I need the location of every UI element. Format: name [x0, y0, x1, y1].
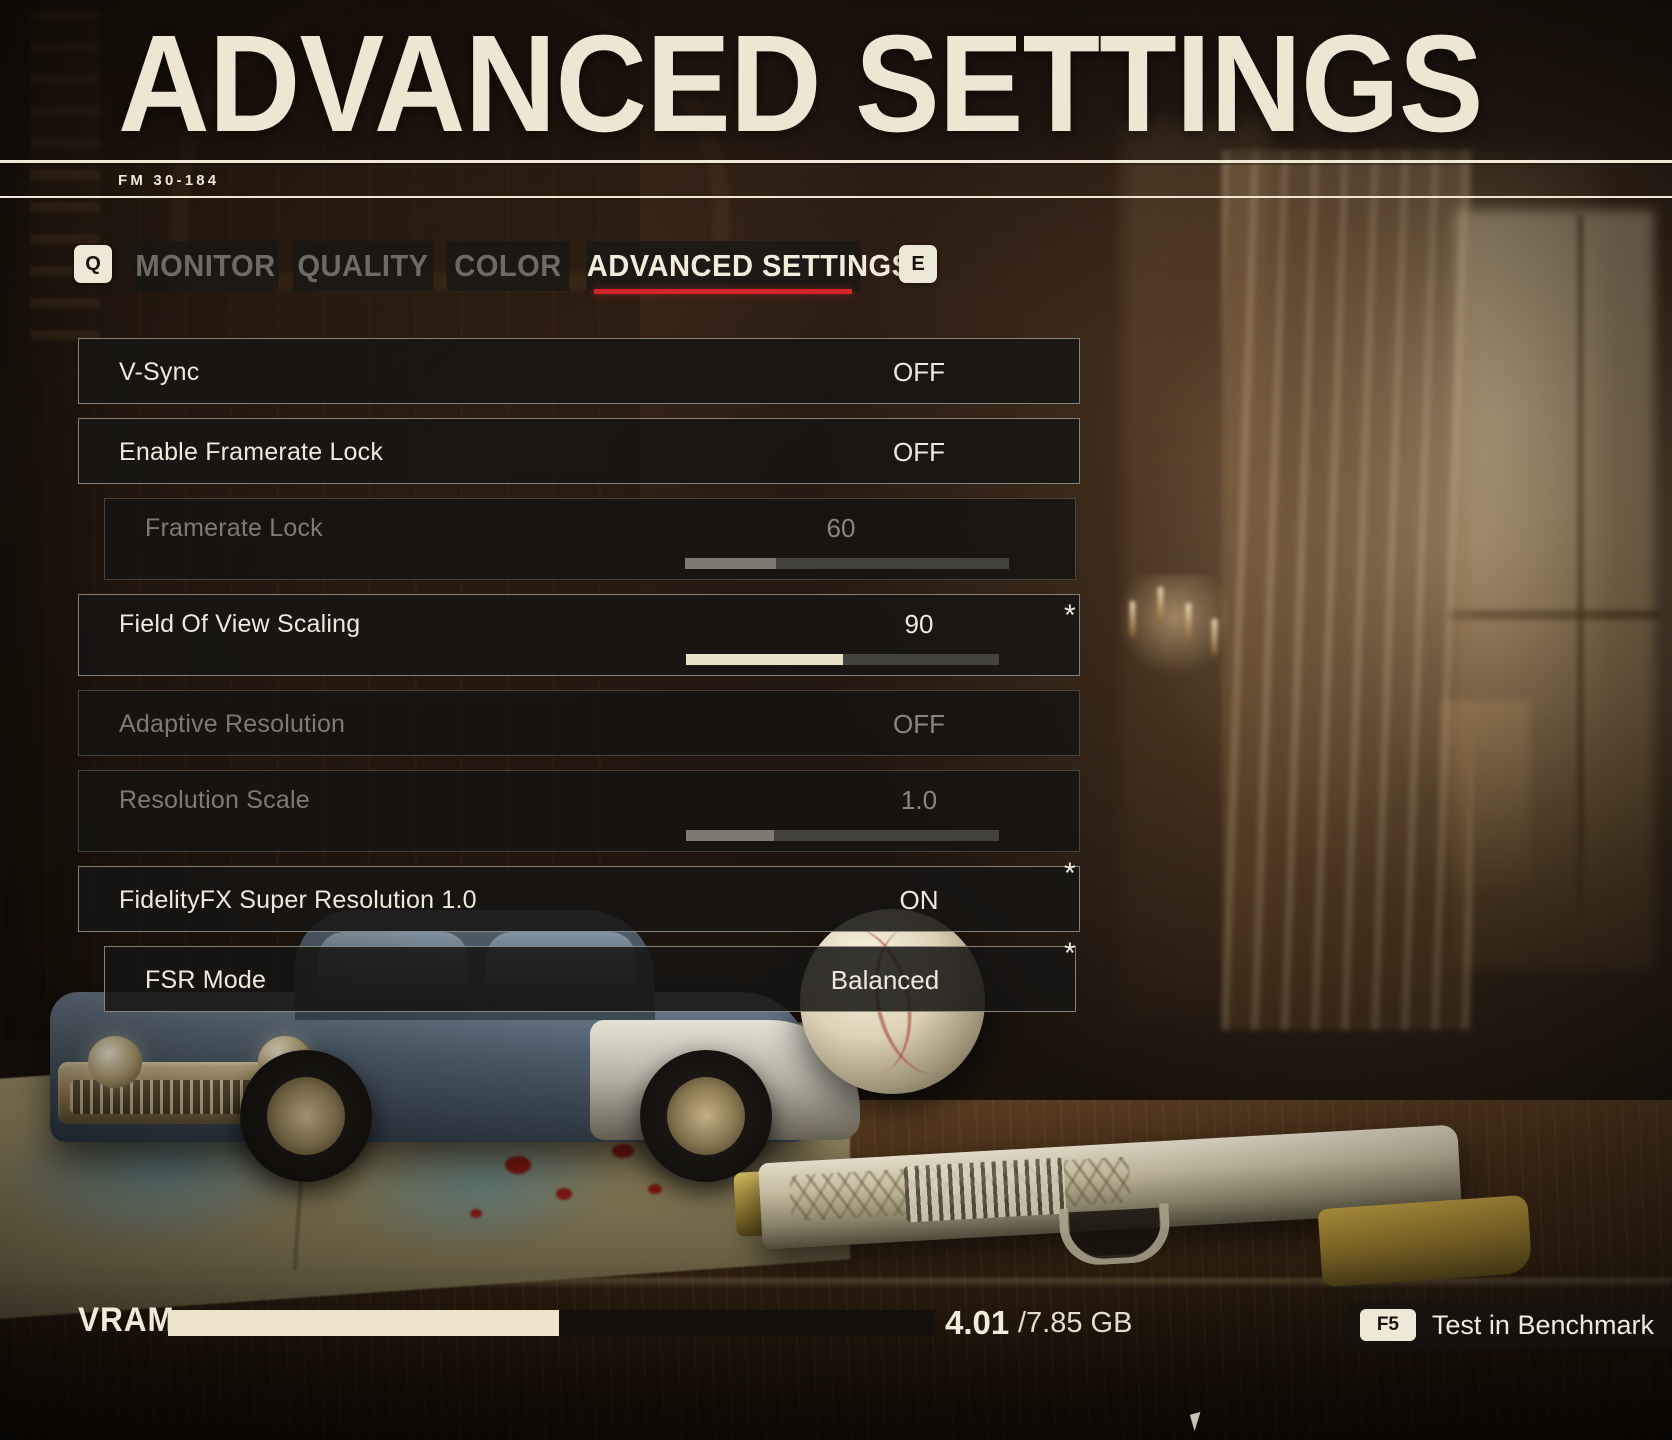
- header-divider-top: [0, 160, 1672, 163]
- blood-spatter: [612, 1144, 634, 1158]
- car-wheel: [240, 1050, 372, 1182]
- setting-row-enable-framerate-lock[interactable]: Enable Framerate Lock OFF: [78, 418, 1080, 484]
- tab-advanced-settings[interactable]: ADVANCED SETTINGS: [586, 241, 911, 291]
- tab-bar: Q MONITOR QUALITY COLOR ADVANCED SETTING…: [0, 241, 1672, 297]
- benchmark-keycap[interactable]: F5: [1359, 1309, 1416, 1341]
- setting-label: V-Sync: [119, 358, 200, 386]
- setting-row-adaptive-resolution: Adaptive Resolution OFF: [78, 690, 1080, 756]
- setting-row-framerate-lock: Framerate Lock 60: [104, 498, 1076, 580]
- vram-label: VRAM: [78, 1301, 175, 1339]
- setting-value: 60: [826, 513, 856, 543]
- header-divider-bottom: [0, 196, 1672, 198]
- framerate-lock-slider: [685, 558, 1009, 569]
- car-headlight: [88, 1036, 142, 1088]
- vram-bar-fill: [168, 1310, 560, 1336]
- tab-monitor[interactable]: MONITOR: [132, 241, 279, 291]
- setting-value[interactable]: Balanced: [785, 947, 985, 1013]
- page-header: ADVANCED SETTINGS FM 30-184: [0, 0, 1672, 200]
- blood-spatter: [556, 1188, 572, 1200]
- slider-fill: [686, 830, 774, 841]
- active-tab-underline: [594, 289, 852, 294]
- blood-spatter: [470, 1209, 482, 1218]
- tab-monitor-label: MONITOR: [135, 248, 276, 283]
- fov-scaling-slider[interactable]: [686, 654, 999, 665]
- page-code: FM 30-184: [118, 172, 220, 189]
- mouse-cursor: [1189, 1411, 1206, 1432]
- tab-quality-label: QUALITY: [297, 248, 429, 283]
- settings-list: V-Sync OFF Enable Framerate Lock OFF Fra…: [0, 338, 1672, 1026]
- prev-tab-keycap[interactable]: Q: [74, 245, 112, 283]
- setting-value: 90: [904, 609, 934, 639]
- setting-value: 1.0: [900, 785, 938, 815]
- setting-row-fidelityfx-super-resolution[interactable]: FidelityFX Super Resolution 1.0 ON *: [78, 859, 1080, 933]
- slider-fill: [686, 654, 843, 665]
- resolution-scale-slider: [686, 830, 999, 841]
- setting-label: Enable Framerate Lock: [119, 438, 384, 466]
- setting-value[interactable]: OFF: [839, 339, 999, 405]
- tab-color-label: COLOR: [454, 248, 562, 283]
- page-title: ADVANCED SETTINGS: [118, 7, 1483, 161]
- tab-quality[interactable]: QUALITY: [292, 241, 434, 291]
- restart-required-asterisk: *: [1064, 857, 1076, 890]
- setting-label: Resolution Scale: [119, 786, 310, 814]
- benchmark-label: Test in Benchmark: [1431, 1309, 1654, 1340]
- restart-required-asterisk: *: [1064, 599, 1076, 632]
- vram-total-value: /7.85 GB: [1018, 1307, 1133, 1339]
- blood-spatter: [648, 1184, 662, 1194]
- setting-row-fsr-mode[interactable]: FSR Mode Balanced *: [104, 939, 1076, 1013]
- setting-label: Framerate Lock: [145, 514, 323, 542]
- benchmark-hint[interactable]: F5 Test in Benchmark: [1347, 1302, 1672, 1348]
- tab-advanced-settings-label: ADVANCED SETTINGS: [586, 248, 912, 283]
- pistol-serrations: [903, 1157, 1067, 1223]
- setting-value[interactable]: OFF: [839, 419, 999, 485]
- setting-value[interactable]: ON: [839, 867, 999, 933]
- vram-used-value: 4.01: [945, 1304, 1010, 1341]
- setting-row-resolution-scale: Resolution Scale 1.0: [78, 770, 1080, 852]
- tab-color[interactable]: COLOR: [446, 241, 570, 291]
- footer-bar: VRAM 4.01 /7.85 GB F5 Test in Benchmark: [0, 1265, 1672, 1440]
- vram-bar: [168, 1310, 935, 1336]
- car-wheel: [640, 1050, 772, 1182]
- setting-row-v-sync[interactable]: V-Sync OFF: [78, 338, 1080, 404]
- setting-label: Field Of View Scaling: [119, 610, 361, 638]
- setting-label: FSR Mode: [145, 966, 267, 994]
- blood-spatter: [505, 1156, 531, 1174]
- restart-required-asterisk: *: [1064, 937, 1076, 970]
- setting-value: OFF: [893, 709, 945, 739]
- next-tab-keycap[interactable]: E: [899, 245, 937, 283]
- slider-fill: [685, 558, 776, 569]
- setting-row-field-of-view-scaling[interactable]: Field Of View Scaling 90 *: [78, 594, 1080, 676]
- setting-label: FidelityFX Super Resolution 1.0: [119, 886, 477, 914]
- setting-label: Adaptive Resolution: [119, 710, 346, 738]
